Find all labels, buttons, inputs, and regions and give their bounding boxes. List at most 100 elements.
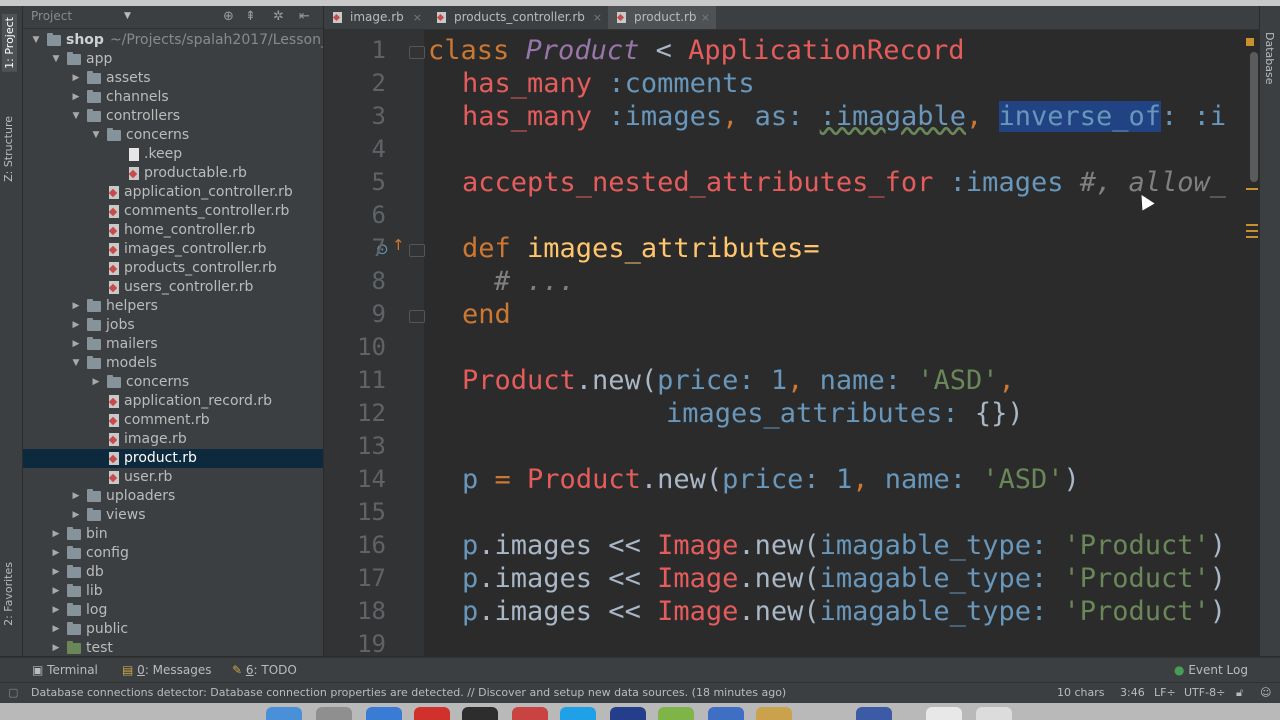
terminal-app-icon[interactable] xyxy=(462,707,498,720)
app-icon[interactable] xyxy=(708,707,744,720)
expand-right-icon[interactable]: ▶ xyxy=(71,69,81,88)
expand-down-icon[interactable]: ▼ xyxy=(91,126,101,145)
tree-folder[interactable]: ▶ views xyxy=(23,506,323,525)
tree-file[interactable]: product.rb xyxy=(23,449,323,468)
file-encoding[interactable]: UTF-8÷ xyxy=(1184,683,1225,702)
tree-folder[interactable]: ▼ controllers xyxy=(23,107,323,126)
gear-icon[interactable]: ✲ xyxy=(273,9,284,24)
expand-right-icon[interactable]: ▶ xyxy=(51,620,61,639)
skype-icon[interactable] xyxy=(560,707,596,720)
messages-tool-button[interactable]: ▤ 0: Messages xyxy=(122,663,212,677)
expand-right-icon[interactable]: ▶ xyxy=(71,487,81,506)
tab-product-rb[interactable]: product.rb × xyxy=(608,6,716,29)
code-editor[interactable]: ⊙ ↑ 1 2 3 4 5 6 7 8 9 10 11 12 13 14 15 16 17 18 19 class … xyxy=(324,30,1260,656)
lock-icon[interactable]: 🔓︎ xyxy=(1236,683,1243,702)
fold-marker-icon[interactable] xyxy=(409,244,425,257)
tree-file[interactable]: .keep xyxy=(23,145,323,164)
expand-right-icon[interactable]: ▶ xyxy=(71,335,81,354)
inspector-icon[interactable]: ☺︎ xyxy=(1260,683,1271,702)
tree-folder[interactable]: ▶ channels xyxy=(23,88,323,107)
tree-folder[interactable]: ▼ models xyxy=(23,354,323,373)
app-icon[interactable] xyxy=(414,707,450,720)
app-icon[interactable] xyxy=(756,707,792,720)
expand-right-icon[interactable]: ▶ xyxy=(71,88,81,107)
fold-marker-icon[interactable] xyxy=(409,46,425,59)
tree-file[interactable]: application_controller.rb xyxy=(23,183,323,202)
tree-file[interactable]: home_controller.rb xyxy=(23,221,323,240)
tree-file[interactable]: application_record.rb xyxy=(23,392,323,411)
tree-folder[interactable]: ▼ app xyxy=(23,50,323,69)
rubymine-icon[interactable] xyxy=(512,707,548,720)
tree-folder[interactable]: ▶ test xyxy=(23,639,323,656)
caret-position[interactable]: 3:46 xyxy=(1120,683,1145,702)
line-separator[interactable]: LF÷ xyxy=(1154,683,1176,702)
tree-folder[interactable]: ▶ public xyxy=(23,620,323,639)
close-icon[interactable]: × xyxy=(701,6,710,29)
expand-down-icon[interactable]: ▼ xyxy=(71,107,81,126)
tab-products-controller-rb[interactable]: products_controller.rb × xyxy=(428,6,608,29)
expand-right-icon[interactable]: ▶ xyxy=(51,544,61,563)
expand-right-icon[interactable]: ▶ xyxy=(51,563,61,582)
expand-right-icon[interactable]: ▶ xyxy=(91,373,101,392)
expand-right-icon[interactable]: ▶ xyxy=(51,525,61,544)
app-icon[interactable] xyxy=(856,707,892,720)
expand-down-icon[interactable]: ▼ xyxy=(31,31,41,50)
database-tool-tab[interactable]: Database xyxy=(1263,32,1276,85)
expand-right-icon[interactable]: ▶ xyxy=(71,297,81,316)
expand-right-icon[interactable]: ▶ xyxy=(71,506,81,525)
tree-folder[interactable]: ▼ shop ~/Projects/spalah2017/Lesson_ xyxy=(23,31,323,50)
close-icon[interactable]: × xyxy=(593,6,602,29)
tree-folder[interactable]: ▶ assets xyxy=(23,69,323,88)
status-message[interactable]: Database connections detector: Database … xyxy=(31,683,786,702)
tree-folder[interactable]: ▶ config xyxy=(23,544,323,563)
app-icon[interactable] xyxy=(926,707,962,720)
tree-folder[interactable]: ▶ db xyxy=(23,563,323,582)
tree-file[interactable]: image.rb xyxy=(23,430,323,449)
tree-folder[interactable]: ▶ log xyxy=(23,601,323,620)
chevron-down-icon[interactable]: ▼ xyxy=(124,11,131,21)
hide-panel-icon[interactable]: ⇤ xyxy=(299,9,310,24)
tree-folder[interactable]: ▶ jobs xyxy=(23,316,323,335)
expand-down-icon[interactable]: ▼ xyxy=(51,50,61,69)
tree-folder[interactable]: ▶ mailers xyxy=(23,335,323,354)
terminal-tool-button[interactable]: ▣ Terminal xyxy=(32,663,98,677)
tree-folder[interactable]: ▼ concerns xyxy=(23,126,323,145)
tree-file[interactable]: users_controller.rb xyxy=(23,278,323,297)
project-tool-tab[interactable]: 1: Project xyxy=(2,14,17,72)
event-log-button[interactable]: ● Event Log xyxy=(1174,663,1248,677)
tree-folder[interactable]: ▶ lib xyxy=(23,582,323,601)
app-icon[interactable] xyxy=(658,707,694,720)
tree-file[interactable]: comments_controller.rb xyxy=(23,202,323,221)
expand-right-icon[interactable]: ▶ xyxy=(51,582,61,601)
vertical-scrollbar[interactable] xyxy=(1250,30,1258,656)
collapse-all-icon[interactable]: ⇞ xyxy=(245,9,256,24)
tree-file[interactable]: images_controller.rb xyxy=(23,240,323,259)
tree-file[interactable]: productable.rb xyxy=(23,164,323,183)
expand-right-icon[interactable]: ▶ xyxy=(51,601,61,620)
tree-folder[interactable]: ▶ concerns xyxy=(23,373,323,392)
close-icon[interactable]: × xyxy=(413,6,422,29)
expand-right-icon[interactable]: ▶ xyxy=(71,316,81,335)
locate-icon[interactable]: ⊕ xyxy=(223,9,234,24)
app-icon[interactable] xyxy=(610,707,646,720)
tree-folder[interactable]: ▶ helpers xyxy=(23,297,323,316)
panel-toggle-icon[interactable]: ▢ xyxy=(8,683,18,702)
scrollbar-thumb[interactable] xyxy=(1250,52,1258,182)
tab-image-rb[interactable]: image.rb × xyxy=(324,6,428,29)
finder-icon[interactable] xyxy=(266,707,302,720)
tree-folder[interactable]: ▶ uploaders xyxy=(23,487,323,506)
favorites-tool-tab[interactable]: 2: Favorites xyxy=(2,562,15,626)
tree-file[interactable]: comment.rb xyxy=(23,411,323,430)
todo-tool-button[interactable]: ✎ 6: TODO xyxy=(232,663,297,677)
app-icon[interactable] xyxy=(316,707,352,720)
project-view-selector[interactable]: Project xyxy=(31,9,72,23)
expand-down-icon[interactable]: ▼ xyxy=(71,354,81,373)
trash-icon[interactable] xyxy=(976,707,1012,720)
tree-file[interactable]: products_controller.rb xyxy=(23,259,323,278)
structure-tool-tab[interactable]: Z: Structure xyxy=(2,116,15,182)
tree-folder[interactable]: ▶ bin xyxy=(23,525,323,544)
tree-file[interactable]: user.rb xyxy=(23,468,323,487)
fold-marker-icon[interactable] xyxy=(409,310,425,323)
expand-right-icon[interactable]: ▶ xyxy=(51,639,61,656)
safari-icon[interactable] xyxy=(366,707,402,720)
